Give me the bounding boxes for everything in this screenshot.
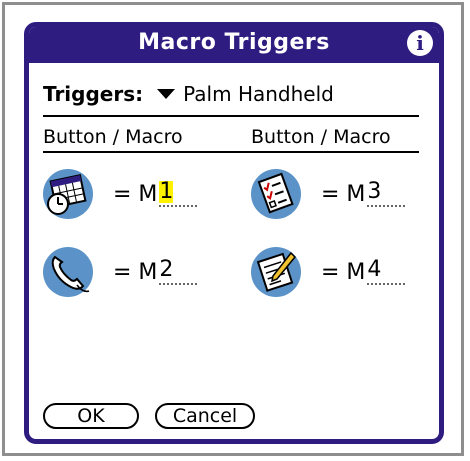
calendar-clock-icon[interactable] [43,169,93,219]
title-bar: Macro Triggers i [29,27,439,63]
macro-value: 1 [159,179,174,204]
divider-bottom [43,151,419,153]
triggers-label: Triggers: [43,82,144,106]
triggers-popup[interactable]: Palm Handheld [183,82,334,106]
assignment-m3: = M 3 [251,169,406,219]
ok-button[interactable]: OK [43,403,139,429]
macro-value: 2 [159,257,174,282]
triggers-row: Triggers: Palm Handheld [43,79,429,109]
macro-field-m4[interactable]: 4 [367,257,406,285]
assignment-m1: = M 1 [43,169,198,219]
macro-prefix: = M [321,259,366,285]
dropdown-triangle-icon[interactable] [157,89,176,99]
info-icon[interactable]: i [407,30,433,56]
divider-top [43,115,419,117]
macro-prefix: = M [321,181,366,207]
memo-pad-icon[interactable] [251,247,301,297]
macro-triggers-dialog: Macro Triggers i Triggers: Palm Handheld… [24,22,444,444]
macro-value: 4 [367,257,382,282]
dialog-title: Macro Triggers [138,30,330,55]
assignment-m4: = M 4 [251,247,406,297]
cancel-button[interactable]: Cancel [155,403,255,429]
macro-prefix: = M [113,259,158,285]
macro-field-m2[interactable]: 2 [159,257,198,285]
column-header-left: Button / Macro [43,126,183,148]
phone-icon[interactable] [43,247,93,297]
macro-prefix: = M [113,181,158,207]
macro-field-m3[interactable]: 3 [367,179,406,207]
macro-field-m1[interactable]: 1 [159,179,198,207]
macro-value: 3 [367,179,382,204]
todo-list-icon[interactable] [251,169,301,219]
column-header-right: Button / Macro [251,126,391,148]
assignment-m2: = M 2 [43,247,198,297]
